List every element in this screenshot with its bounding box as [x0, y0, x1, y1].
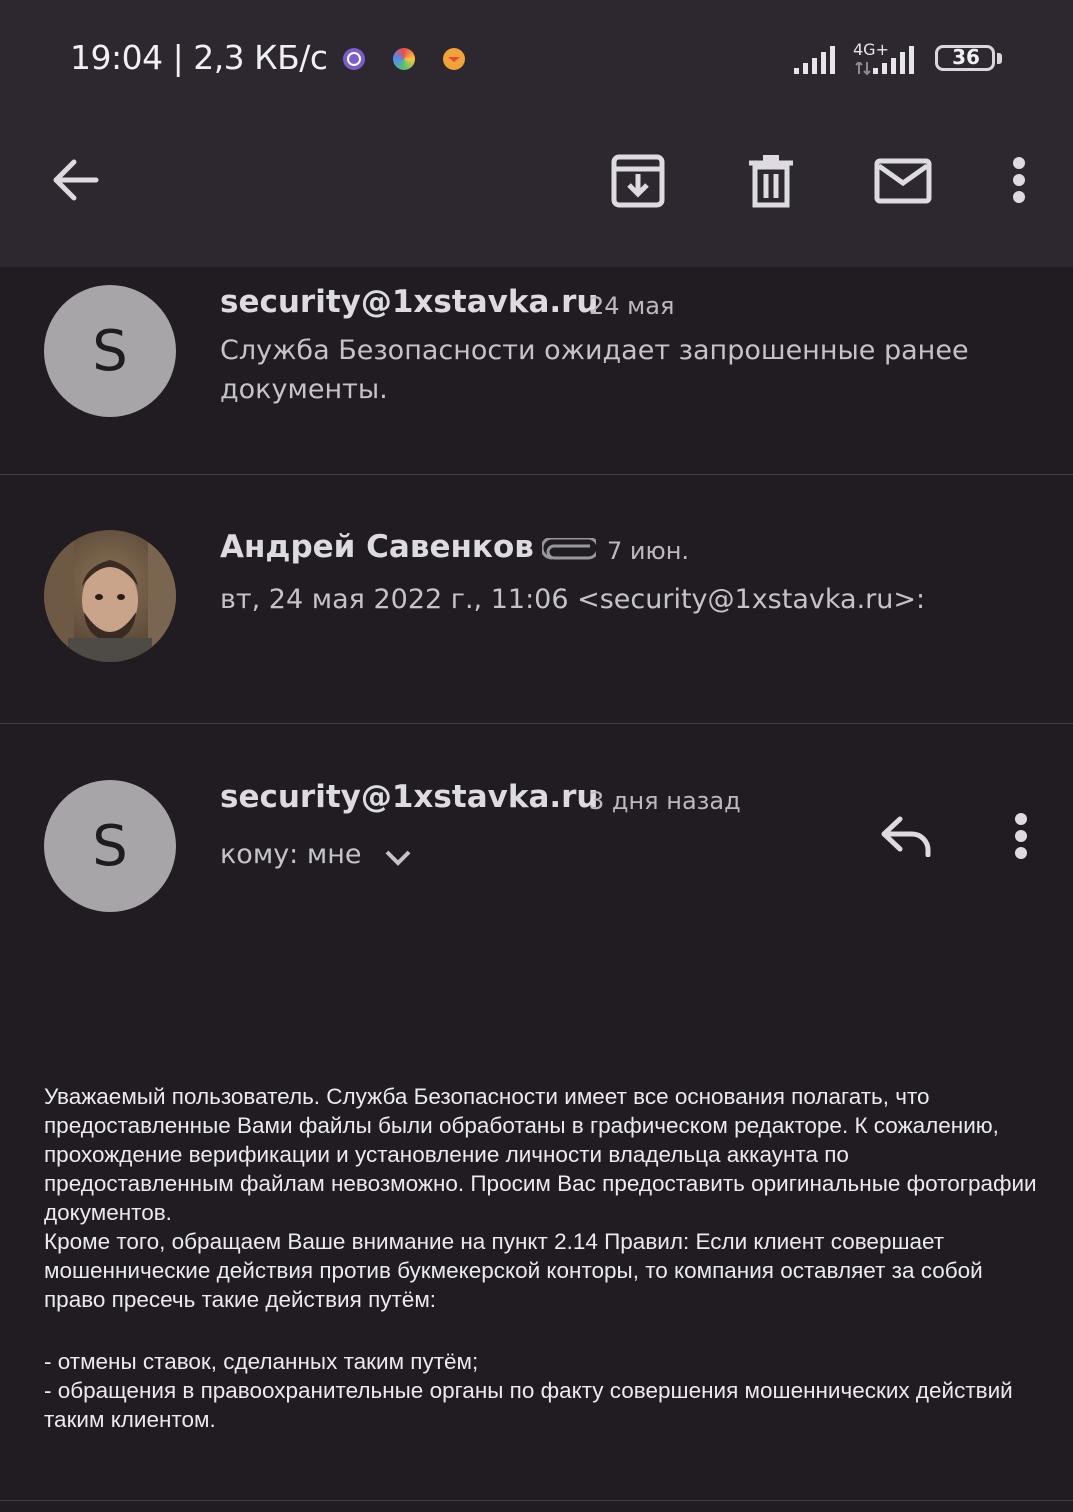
battery-level: 36: [952, 45, 980, 69]
top-app-bar: 19:04 | 2,3 КБ/с 4G+ 36: [0, 0, 1073, 267]
body-list-item: - отмены ставок, сделанных таким путём;: [44, 1349, 479, 1374]
archive-icon: [611, 154, 665, 208]
recipient-details-toggle[interactable]: кому: мне: [220, 834, 412, 874]
recipient-text: кому: мне: [220, 838, 362, 870]
back-button[interactable]: [45, 150, 105, 210]
message-date: 7 июн.: [607, 537, 690, 565]
data-arrows-icon: [855, 62, 871, 76]
battery-cap: [997, 53, 1002, 64]
signal-strength-2-icon: [873, 46, 914, 74]
message-more-button[interactable]: [998, 806, 1044, 866]
sender-name: security@1xstavka.ru: [220, 779, 599, 815]
reply-button[interactable]: [872, 808, 938, 864]
more-vert-icon: [1015, 813, 1027, 859]
more-options-button[interactable]: [996, 150, 1042, 210]
sender-name: Андрей Савенков: [220, 529, 534, 565]
body-paragraph: Уважаемый пользователь. Служба Безопасно…: [44, 1084, 1037, 1225]
reply-icon: [881, 816, 931, 857]
chevron-down-icon: [385, 850, 410, 866]
divider: [0, 1500, 1073, 1501]
divider: [0, 474, 1073, 475]
trash-icon: [749, 155, 793, 208]
avatar-letter: S: [92, 813, 128, 879]
viber-icon: [343, 48, 365, 70]
message-snippet: вт, 24 мая 2022 г., 11:06 <security@1xst…: [220, 584, 926, 615]
battery-icon: 36: [935, 45, 995, 71]
avatar: [44, 530, 176, 662]
divider: [0, 723, 1073, 724]
mark-unread-button[interactable]: [870, 148, 936, 214]
sender-name: security@1xstavka.ru: [220, 284, 599, 320]
avatar: S: [44, 285, 176, 417]
back-arrow-icon: [53, 159, 99, 201]
avatar-letter: S: [92, 318, 128, 384]
email-body: Уважаемый пользователь. Служба Безопасно…: [44, 1082, 1044, 1434]
signal-strength-icon: [794, 46, 835, 74]
delete-button[interactable]: [738, 148, 804, 214]
more-vert-icon: [1013, 157, 1025, 203]
body-paragraph: Кроме того, обращаем Ваше внимание на пу…: [44, 1229, 983, 1312]
mail-icon: [874, 158, 932, 204]
mail-app-icon: [443, 48, 465, 70]
body-list-item: - обращения в правоохранительные органы …: [44, 1378, 1013, 1432]
photos-app-icon: [393, 48, 415, 70]
avatar: S: [44, 780, 176, 912]
attachment-icon: [542, 538, 596, 560]
message-date: 3 дня назад: [589, 787, 741, 815]
archive-button[interactable]: [605, 148, 671, 214]
message-snippet: Служба Безопасности ожидает запрошенные …: [220, 335, 969, 405]
status-time: 19:04 | 2,3 КБ/с: [70, 38, 328, 77]
message-date: 24 мая: [589, 292, 675, 320]
